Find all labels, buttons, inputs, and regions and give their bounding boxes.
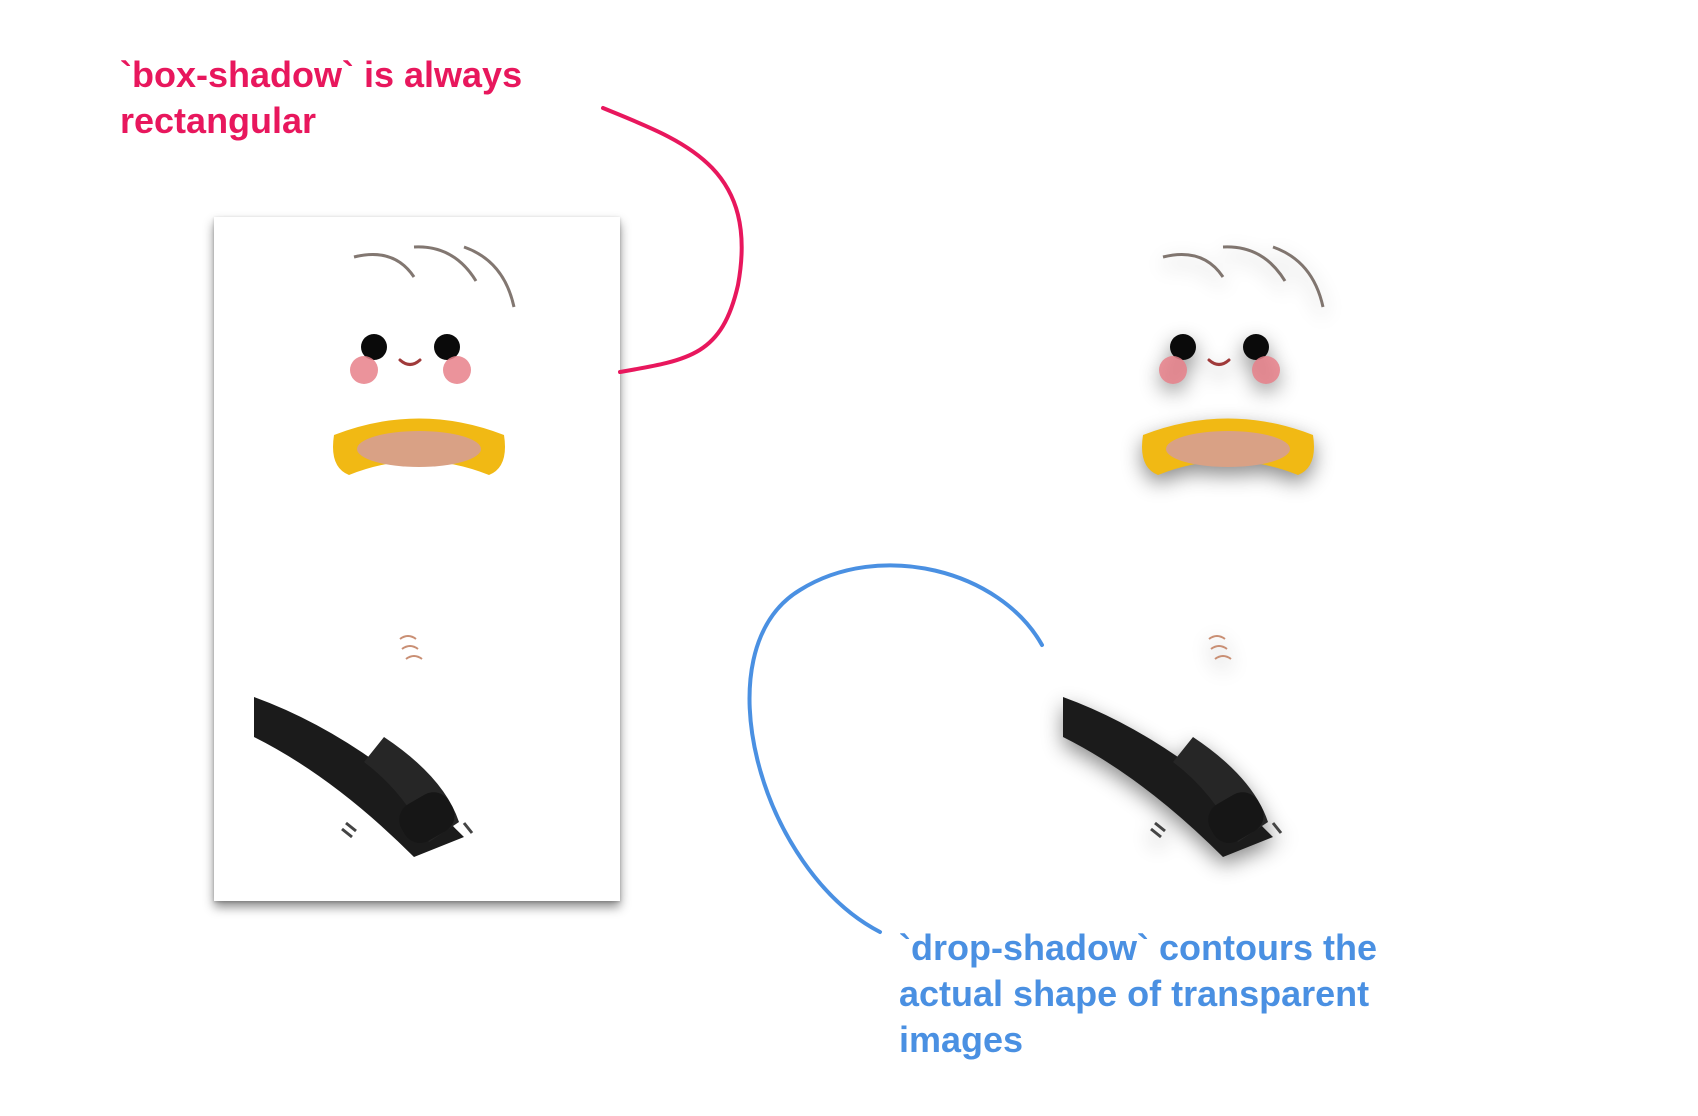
box-shadow-arrow	[601, 106, 744, 374]
drop-shadow-annotation: `drop-shadow` contours the actual shape …	[899, 925, 1377, 1063]
drop-shadow-figure	[1023, 217, 1429, 901]
drop-shadow-annotation-line-1: `drop-shadow` contours the	[899, 927, 1377, 968]
drop-shadow-arrow	[747, 563, 1044, 934]
box-shadow-figure	[214, 217, 620, 901]
box-shadow-annotation-line-2: rectangular	[120, 100, 317, 141]
box-shadow-annotation: `box-shadow` is always rectangular	[120, 52, 522, 144]
box-shadow-annotation-line-1: `box-shadow` is always	[120, 54, 523, 95]
drop-shadow-annotation-line-3: images	[899, 1019, 1024, 1060]
character-illustration-box-shadow	[214, 217, 620, 901]
drop-shadow-annotation-line-2: actual shape of transparent	[899, 973, 1370, 1014]
character-illustration-drop-shadow	[1023, 217, 1429, 901]
